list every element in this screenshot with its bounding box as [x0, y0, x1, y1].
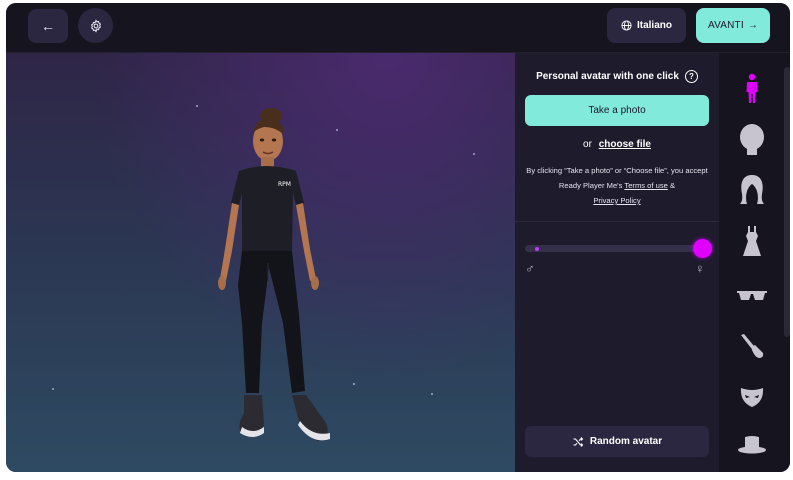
globe-icon [621, 20, 632, 31]
body-icon [746, 73, 758, 103]
category-head[interactable] [719, 119, 785, 159]
category-rail [719, 53, 790, 472]
or-label: or [583, 139, 592, 150]
photo-section-title-text: Personal avatar with one click [536, 71, 679, 82]
avatar-creator-window: ← Italiano AVANTI → RPM Personal avatar … [6, 3, 790, 472]
makeup-icon [741, 334, 764, 358]
female-symbol-icon: ♀ [695, 261, 705, 276]
glasses-icon [737, 291, 767, 300]
consent-amp: & [670, 181, 676, 190]
help-icon[interactable]: ? [684, 70, 698, 83]
back-button[interactable]: ← [28, 9, 68, 43]
avatar-viewport[interactable]: RPM [6, 53, 515, 472]
terms-link[interactable]: Terms of use [624, 181, 667, 190]
take-photo-label: Take a photo [588, 105, 646, 116]
head-icon [740, 124, 764, 155]
body-type-slider[interactable] [525, 239, 712, 258]
consent-text: By clicking “Take a photo” or “Choose fi… [523, 163, 711, 208]
hair-icon [740, 175, 764, 204]
language-label: Italiano [636, 20, 672, 31]
avatar-figure[interactable]: RPM [6, 53, 515, 472]
photo-section-title: Personal avatar with one click ? [515, 70, 719, 83]
shirt-logo-icon: RPM [278, 181, 291, 188]
svg-text:RPM: RPM [278, 181, 291, 188]
choose-file-row: or choose file [515, 139, 719, 150]
settings-button[interactable] [78, 8, 113, 43]
hat-icon [738, 436, 766, 454]
consent-text-part: By clicking “Take a photo” or “Choose fi… [526, 166, 708, 190]
male-symbol-icon: ♂ [525, 261, 535, 276]
take-photo-button[interactable]: Take a photo [525, 95, 709, 126]
category-body[interactable] [719, 70, 785, 110]
panel-divider [515, 221, 719, 222]
top-bar: ← Italiano AVANTI → [6, 3, 790, 53]
arrow-right-icon: → [747, 20, 759, 31]
choose-file-link[interactable]: choose file [599, 139, 651, 150]
next-button[interactable]: AVANTI → [696, 8, 770, 43]
next-label: AVANTI [707, 20, 744, 31]
category-facewear[interactable] [719, 377, 785, 417]
category-headwear[interactable] [719, 425, 785, 465]
random-avatar-button[interactable]: Random avatar [525, 426, 709, 457]
back-arrow-icon: ← [41, 18, 55, 34]
slider-start-dot [535, 246, 539, 251]
mask-icon [740, 388, 764, 407]
category-glasses[interactable] [719, 276, 785, 316]
slider-thumb[interactable] [693, 239, 712, 258]
options-panel: Personal avatar with one click ? Take a … [515, 53, 719, 472]
privacy-link[interactable]: Privacy Policy [593, 196, 640, 205]
language-button[interactable]: Italiano [607, 8, 686, 43]
shuffle-icon [573, 436, 584, 447]
category-hair[interactable] [719, 169, 785, 209]
random-avatar-label: Random avatar [589, 436, 663, 447]
gear-icon [90, 18, 101, 33]
outfit-icon [743, 226, 761, 256]
category-outfit[interactable] [719, 221, 785, 261]
category-makeup[interactable] [719, 326, 785, 366]
